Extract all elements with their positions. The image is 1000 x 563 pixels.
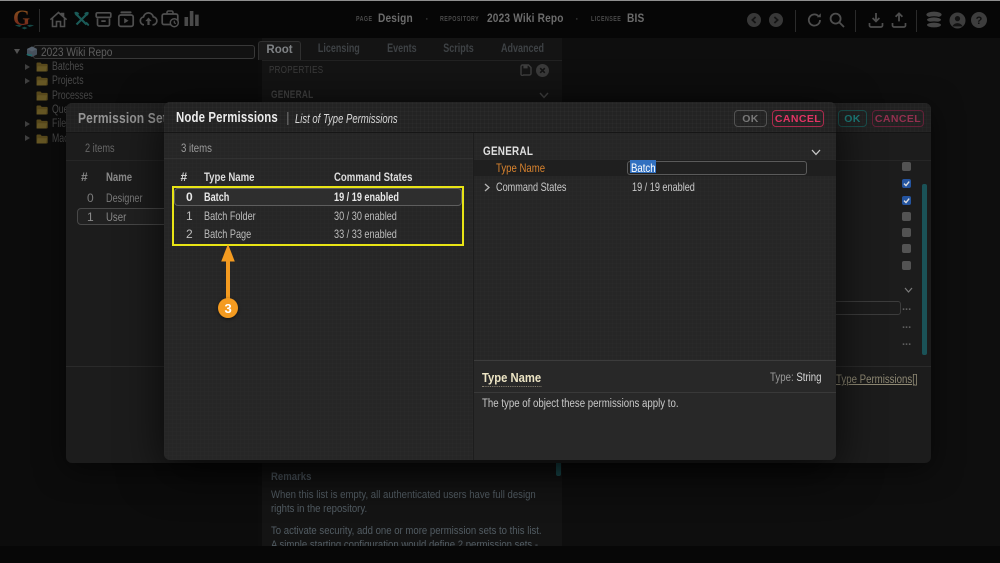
svg-text:?: ? xyxy=(976,15,983,27)
